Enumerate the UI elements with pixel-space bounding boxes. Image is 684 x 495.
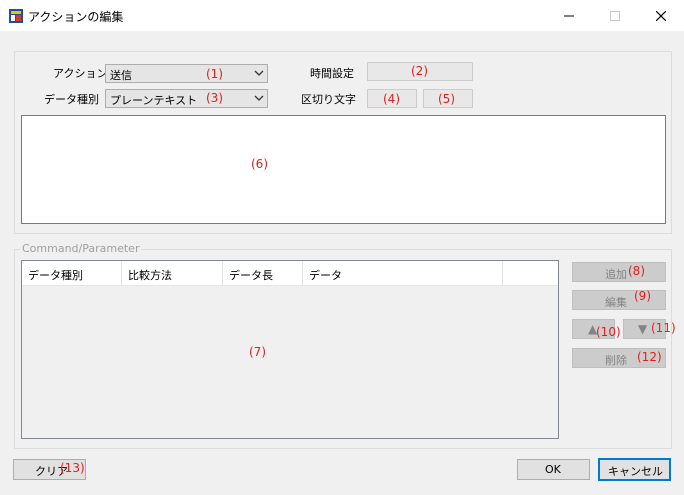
data-type-select[interactable]: プレーンテキスト	[105, 89, 268, 108]
maximize-icon	[610, 10, 620, 21]
add-button[interactable]: 追加	[572, 262, 666, 282]
chevron-down-icon	[254, 70, 264, 76]
marker-2: (2)	[411, 64, 428, 78]
edit-button[interactable]: 編集	[572, 290, 666, 310]
marker-11: (11)	[651, 321, 676, 335]
arrow-down-icon: ▼	[638, 322, 648, 336]
close-icon	[656, 10, 666, 21]
marker-9: (9)	[634, 289, 651, 303]
column-header-data-type[interactable]: データ種別	[22, 261, 122, 286]
ok-button-label: OK	[545, 463, 561, 476]
window-title: アクションの編集	[28, 10, 124, 24]
column-header-data-length[interactable]: データ長	[223, 261, 303, 286]
column-header-data[interactable]: データ	[303, 261, 503, 286]
marker-5: (5)	[438, 92, 455, 106]
cancel-button[interactable]: キャンセル	[598, 458, 671, 481]
action-label: アクション	[53, 67, 108, 80]
marker-6: (6)	[251, 157, 268, 171]
title-bar: アクションの編集	[0, 0, 684, 31]
delete-button-label: 削除	[605, 354, 627, 367]
time-setting-label: 時間設定	[310, 67, 354, 80]
marker-12: (12)	[637, 350, 662, 364]
data-type-select-value: プレーンテキスト	[110, 94, 198, 107]
marker-8: (8)	[628, 264, 645, 278]
delimiter-label: 区切り文字	[301, 93, 356, 106]
maximize-button[interactable]	[592, 0, 638, 31]
minimize-button[interactable]	[546, 0, 592, 31]
cancel-button-label: キャンセル	[608, 465, 663, 478]
marker-4: (4)	[383, 92, 400, 106]
minimize-icon	[564, 15, 574, 16]
command-list-header: データ種別 比較方法 データ長 データ	[22, 261, 558, 286]
app-icon	[9, 9, 23, 23]
close-button[interactable]	[638, 0, 684, 31]
marker-13: (13)	[60, 461, 85, 475]
marker-10: (10)	[596, 325, 621, 339]
action-select[interactable]: 送信	[105, 64, 268, 83]
chevron-down-icon	[254, 95, 264, 101]
data-text-area[interactable]	[21, 115, 666, 224]
action-select-value: 送信	[110, 69, 132, 82]
marker-3: (3)	[206, 91, 223, 105]
command-parameter-caption: Command/Parameter	[20, 242, 142, 255]
data-type-label: データ種別	[44, 93, 99, 106]
marker-1: (1)	[206, 67, 223, 81]
marker-7: (7)	[249, 345, 266, 359]
command-list[interactable]: データ種別 比較方法 データ長 データ	[21, 260, 559, 439]
column-header-compare-method[interactable]: 比較方法	[122, 261, 223, 286]
ok-button[interactable]: OK	[517, 459, 590, 480]
edit-button-label: 編集	[605, 296, 627, 309]
add-button-label: 追加	[605, 268, 627, 281]
